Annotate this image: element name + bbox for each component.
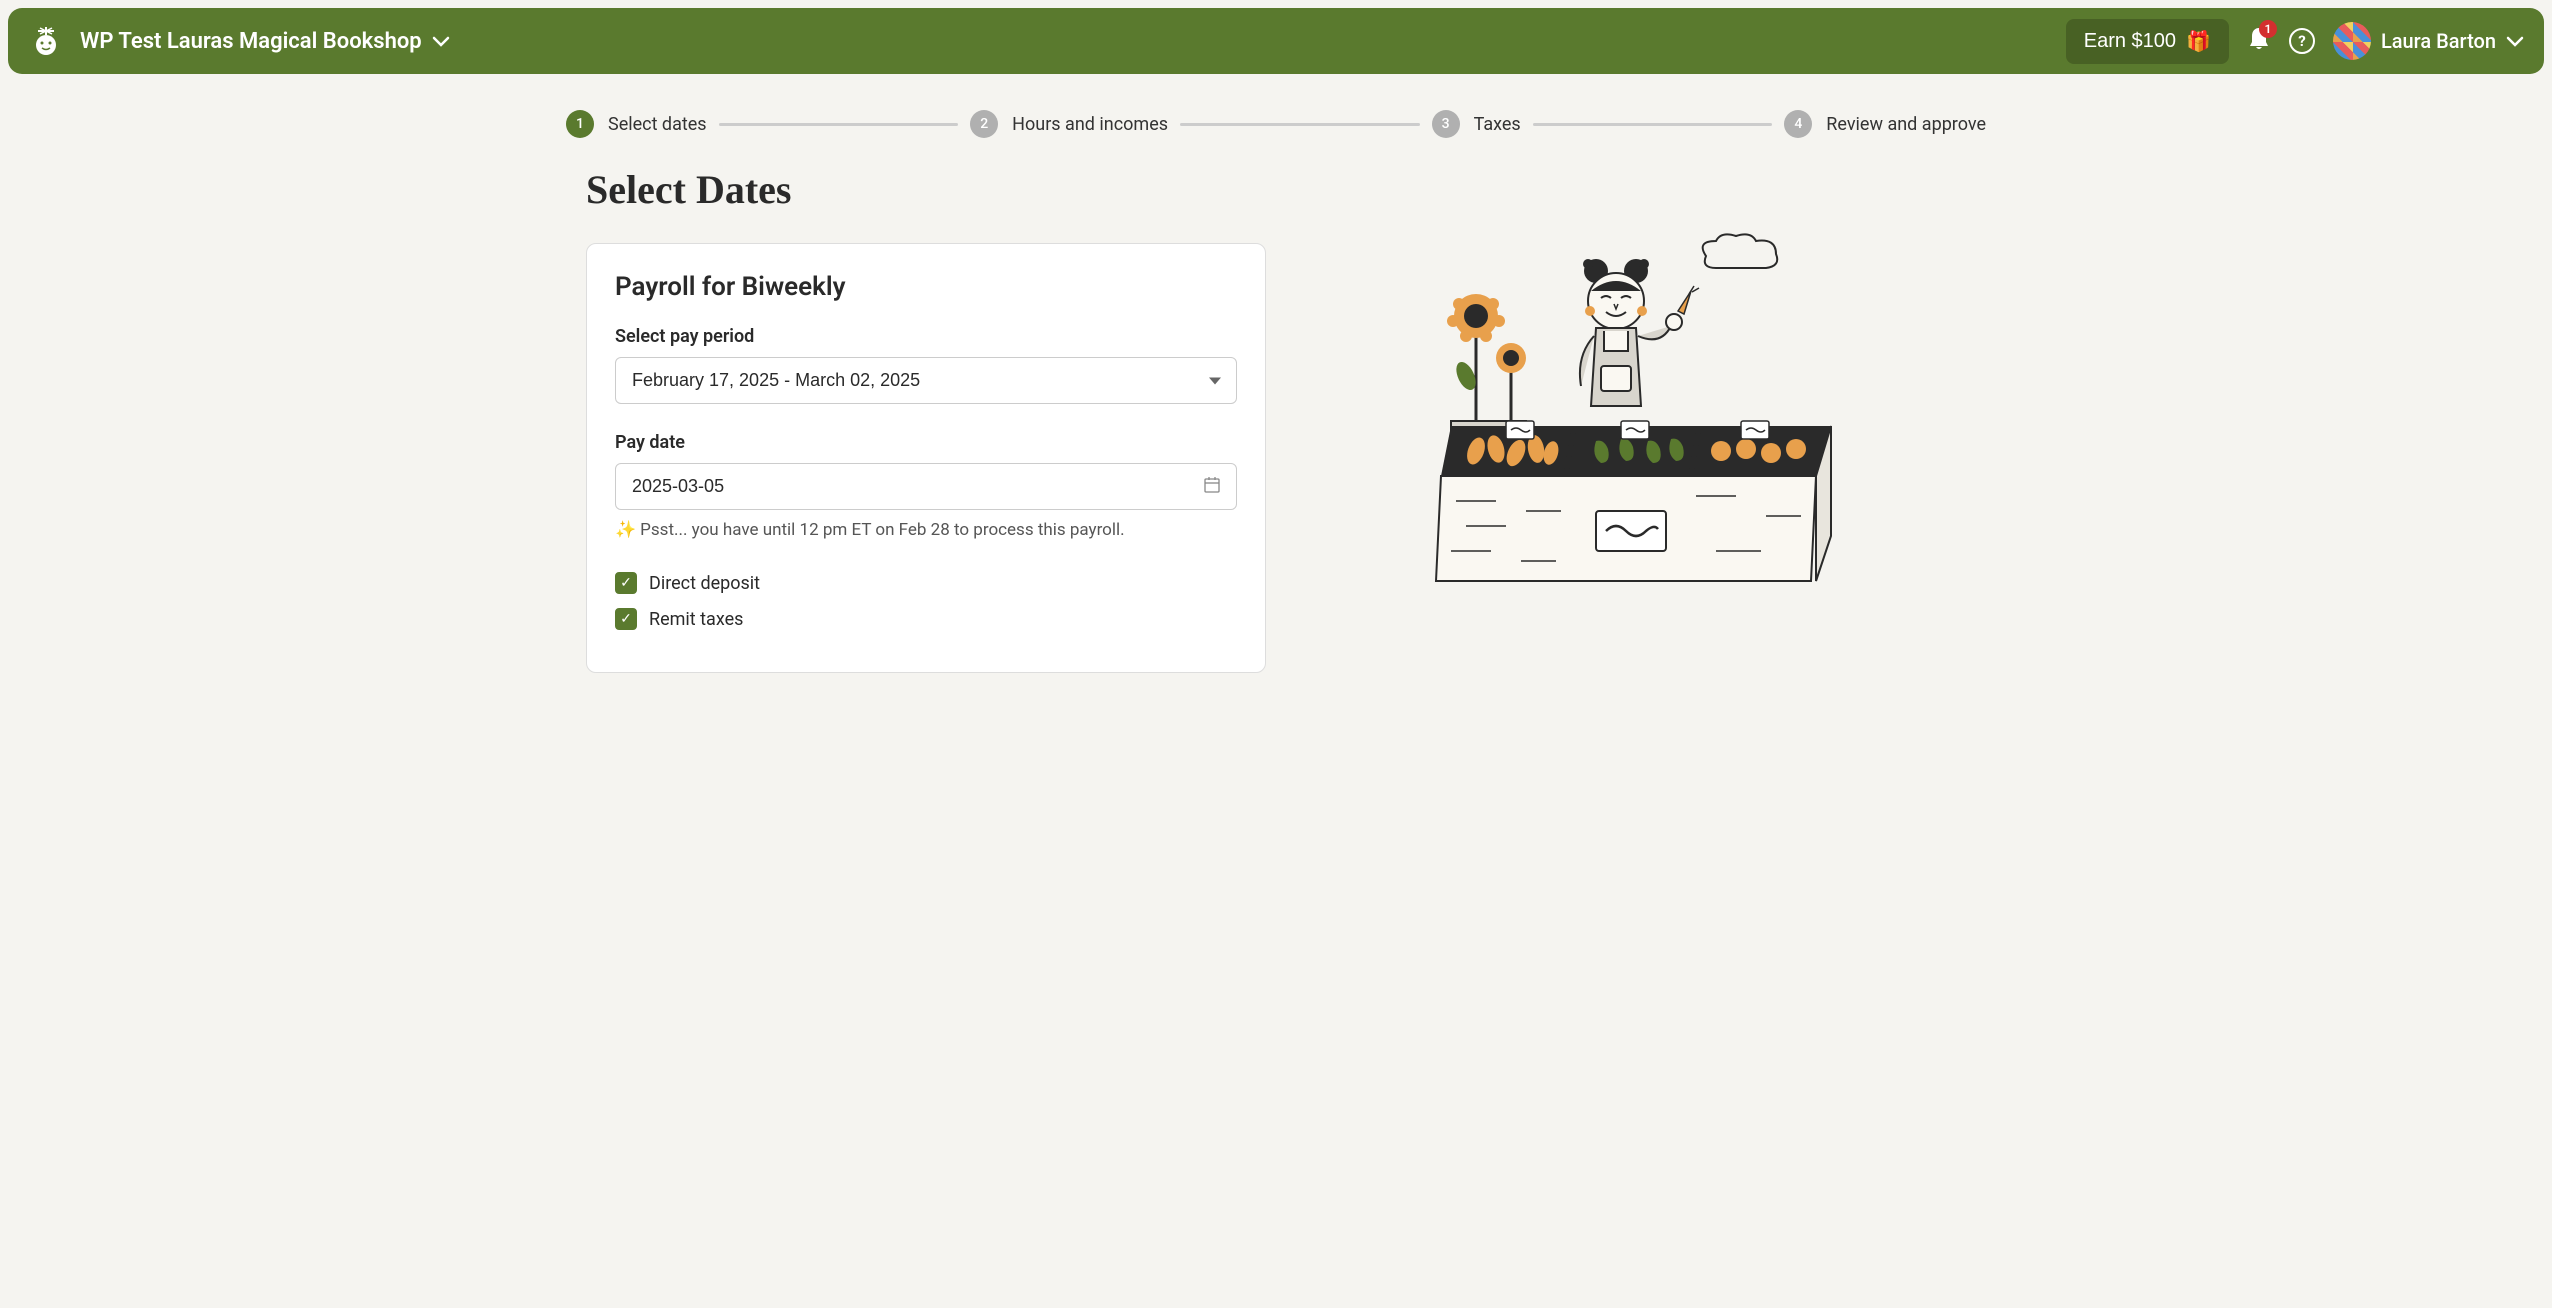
chevron-down-icon bbox=[432, 36, 450, 47]
remit-taxes-label: Remit taxes bbox=[649, 609, 743, 630]
top-bar: WP Test Lauras Magical Bookshop Earn $10… bbox=[8, 8, 2544, 74]
vendor-illustration bbox=[1426, 226, 1846, 606]
store-name: WP Test Lauras Magical Bookshop bbox=[80, 29, 422, 54]
pay-date-input[interactable] bbox=[615, 463, 1237, 510]
chevron-down-icon bbox=[2506, 36, 2524, 47]
pay-date-wrapper bbox=[615, 463, 1237, 510]
pay-date-label: Pay date bbox=[615, 432, 1237, 453]
user-name: Laura Barton bbox=[2381, 29, 2496, 53]
step-number: 4 bbox=[1784, 110, 1812, 138]
content-area: 1 Select dates 2 Hours and incomes 3 Tax… bbox=[546, 82, 2006, 673]
step-divider bbox=[1533, 123, 1773, 126]
step-number: 1 bbox=[566, 110, 594, 138]
pay-period-label: Select pay period bbox=[615, 326, 1237, 347]
step-number: 2 bbox=[970, 110, 998, 138]
step-label: Review and approve bbox=[1826, 114, 1986, 135]
earn-label: Earn $100 bbox=[2084, 30, 2176, 53]
user-menu[interactable]: Laura Barton bbox=[2333, 22, 2524, 60]
gift-icon: 🎁 bbox=[2186, 29, 2211, 54]
sparkle-icon: ✨ bbox=[615, 520, 636, 540]
notifications-button[interactable]: 1 bbox=[2247, 26, 2271, 56]
question-icon: ? bbox=[2298, 32, 2305, 50]
hint-message: Psst... you have until 12 pm ET on Feb 2… bbox=[640, 520, 1124, 540]
checkbox-checked-icon: ✓ bbox=[615, 608, 637, 630]
payroll-card: Payroll for Biweekly Select pay period P… bbox=[586, 243, 1266, 673]
notification-badge: 1 bbox=[2259, 20, 2277, 38]
avatar bbox=[2333, 22, 2371, 60]
step-number: 3 bbox=[1432, 110, 1460, 138]
illustration-column bbox=[1306, 166, 1966, 673]
store-selector[interactable]: WP Test Lauras Magical Bookshop bbox=[80, 29, 450, 54]
page-title: Select Dates bbox=[586, 166, 1266, 213]
step-divider bbox=[1180, 123, 1420, 126]
main-area: Select Dates Payroll for Biweekly Select… bbox=[566, 166, 1986, 673]
header-left: WP Test Lauras Magical Bookshop bbox=[28, 23, 450, 59]
direct-deposit-label: Direct deposit bbox=[649, 573, 760, 594]
header-right: Earn $100 🎁 1 ? Laura Barton bbox=[2066, 19, 2524, 64]
step-divider bbox=[719, 123, 959, 126]
card-title: Payroll for Biweekly bbox=[615, 272, 1237, 302]
form-column: Select Dates Payroll for Biweekly Select… bbox=[586, 166, 1266, 673]
step-review-approve[interactable]: 4 Review and approve bbox=[1784, 110, 1986, 138]
pay-period-select[interactable] bbox=[615, 357, 1237, 404]
help-button[interactable]: ? bbox=[2289, 28, 2315, 54]
app-logo-icon[interactable] bbox=[28, 23, 64, 59]
remit-taxes-checkbox[interactable]: ✓ Remit taxes bbox=[615, 608, 1237, 630]
stepper: 1 Select dates 2 Hours and incomes 3 Tax… bbox=[566, 82, 1986, 166]
step-label: Taxes bbox=[1474, 114, 1521, 135]
step-label: Hours and incomes bbox=[1012, 114, 1168, 135]
earn-button[interactable]: Earn $100 🎁 bbox=[2066, 19, 2229, 64]
step-select-dates[interactable]: 1 Select dates bbox=[566, 110, 707, 138]
step-hours-incomes[interactable]: 2 Hours and incomes bbox=[970, 110, 1168, 138]
checkbox-checked-icon: ✓ bbox=[615, 572, 637, 594]
direct-deposit-checkbox[interactable]: ✓ Direct deposit bbox=[615, 572, 1237, 594]
step-label: Select dates bbox=[608, 114, 707, 135]
step-taxes[interactable]: 3 Taxes bbox=[1432, 110, 1521, 138]
hint-text: ✨Psst... you have until 12 pm ET on Feb … bbox=[615, 520, 1237, 540]
pay-period-select-wrapper bbox=[615, 357, 1237, 404]
